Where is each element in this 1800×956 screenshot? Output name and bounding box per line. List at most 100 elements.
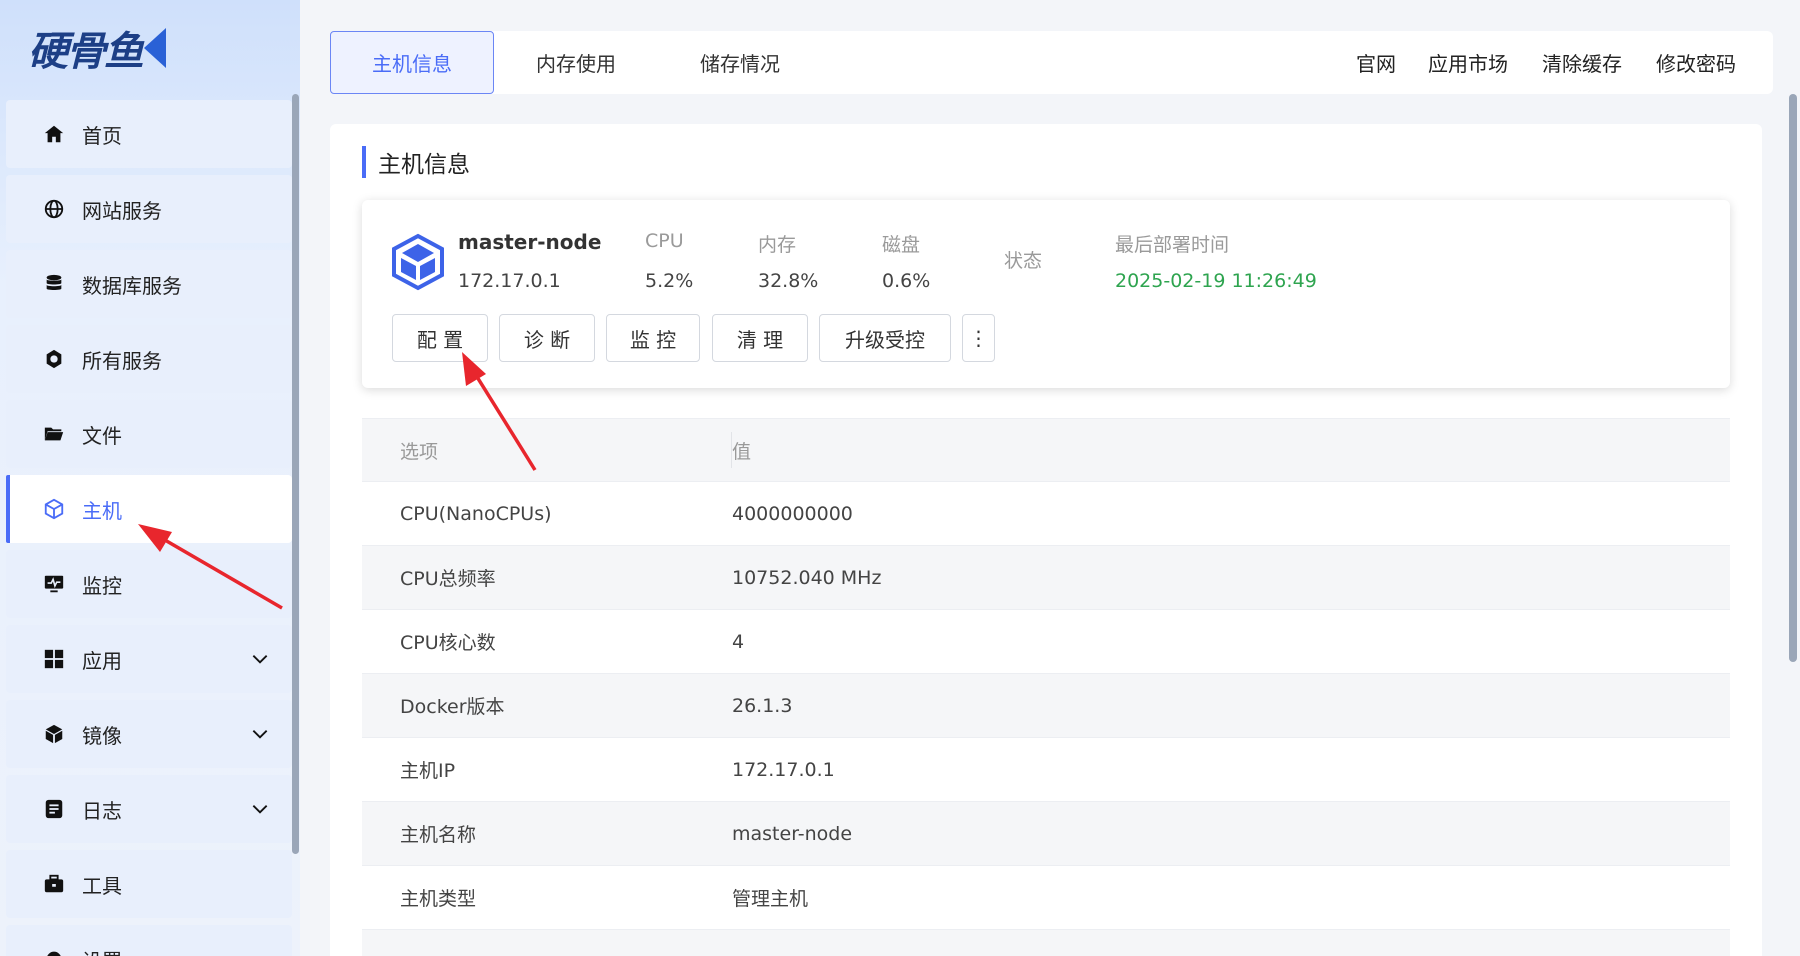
more-actions-button[interactable]: ⋮ [962,314,995,362]
sidebar-item-images[interactable]: 镜像 [6,700,292,768]
link-app-market[interactable]: 应用市场 [1428,31,1508,94]
log-icon [42,797,66,821]
link-change-password[interactable]: 修改密码 [1656,31,1736,94]
column-header-option: 选项 [362,432,732,468]
memory-label: 内存 [758,234,797,256]
sidebar-item-websites[interactable]: 网站服务 [6,175,292,243]
row-option: 主机名称 [400,824,477,846]
sidebar-item-logs[interactable]: 日志 [6,775,292,843]
top-navigation-bar: 主机信息 内存使用 储存情况 官网 应用市场 清除缓存 修改密码 [330,31,1773,94]
sidebar-item-tools[interactable]: 工具 [6,850,292,918]
link-official-site[interactable]: 官网 [1356,31,1396,94]
folder-icon [42,422,66,446]
sidebar-scrollbar[interactable] [292,94,299,854]
row-value: 4000000000 [732,502,853,525]
image-box-icon [42,722,66,746]
host-ip: 172.17.0.1 [458,270,561,292]
tab-memory-usage[interactable]: 内存使用 [494,31,658,94]
row-option: CPU总频率 [400,568,496,590]
memory-value: 32.8% [758,270,819,292]
globe-icon [42,197,66,221]
sidebar: 硬骨鱼 首页 网站服务 数据库服务 所有服务 文件 主机 监控 应用 镜像 日志… [0,0,300,956]
deploy-time-label: 最后部署时间 [1115,234,1230,256]
cpu-label: CPU [645,230,684,252]
table-row: 主机类型 管理主机 [362,866,1730,930]
row-option: 主机IP [400,760,456,782]
logo-fin-icon [144,28,166,68]
toolbox-icon [42,872,66,896]
monitor-button[interactable]: 监 控 [606,314,700,362]
table-row: 主机名称 master-node [362,802,1730,866]
sidebar-item-label: 网站服务 [82,198,162,223]
disk-value: 0.6% [882,270,931,292]
diagnose-button[interactable]: 诊 断 [499,314,595,362]
home-icon [42,122,66,146]
table-row: CPU(NanoCPUs) 4000000000 [362,482,1730,546]
table-row: Docker版本 26.1.3 [362,674,1730,738]
row-value: 172.17.0.1 [732,758,835,781]
sidebar-item-host[interactable]: 主机 [6,475,292,543]
host-card: master-node 172.17.0.1 CPU 5.2% 内存 32.8%… [362,200,1730,388]
table-row: CPU核心数 4 [362,610,1730,674]
deploy-time-value: 2025-02-19 11:26:49 [1115,270,1317,292]
page-scrollbar[interactable] [1789,94,1797,662]
row-value: 26.1.3 [732,694,793,717]
apps-icon [42,647,66,671]
cleanup-button[interactable]: 清 理 [712,314,808,362]
row-option: CPU(NanoCPUs) [400,502,552,525]
sidebar-item-label: 设置 [82,945,122,956]
chevron-down-icon[interactable] [250,724,270,748]
sidebar-nav: 首页 网站服务 数据库服务 所有服务 文件 主机 监控 应用 镜像 日志 工具 [6,100,292,956]
row-option: Docker版本 [400,696,505,718]
sidebar-item-label: 镜像 [82,723,122,748]
sidebar-item-label: 数据库服务 [82,273,182,298]
sidebar-item-label: 工具 [82,873,122,898]
host-details-table: 选项 值 CPU(NanoCPUs) 4000000000 CPU总频率 107… [362,418,1730,956]
disk-label: 磁盘 [882,234,921,256]
config-button[interactable]: 配 置 [392,314,488,362]
row-value: 10752.040 MHz [732,566,882,589]
gear-icon [42,947,66,956]
sidebar-item-label: 文件 [82,423,122,448]
page-title: 主机信息 [362,146,470,178]
row-option: CPU核心数 [400,632,496,654]
server-cube-icon [388,232,448,292]
column-header-value: 值 [732,440,752,463]
brand-logo[interactable]: 硬骨鱼 [28,18,218,78]
table-row: CPU总频率 10752.040 MHz [362,546,1730,610]
sidebar-item-all-services[interactable]: 所有服务 [6,325,292,393]
sidebar-item-monitor[interactable]: 监控 [6,550,292,618]
row-value: 管理主机 [732,888,809,910]
main-panel: 主机信息 master-node 172.17.0.1 CPU 5.2% 内存 … [330,124,1762,956]
services-icon [42,347,66,371]
host-icon [42,497,66,521]
row-option [362,930,732,956]
status-label: 状态 [1004,250,1043,272]
sidebar-item-apps[interactable]: 应用 [6,625,292,693]
host-name: master-node [458,230,602,254]
sidebar-item-label: 监控 [82,573,122,598]
sidebar-item-databases[interactable]: 数据库服务 [6,250,292,318]
sidebar-item-label: 所有服务 [82,348,162,373]
row-option: 主机类型 [400,888,477,910]
cpu-value: 5.2% [645,270,694,292]
sidebar-item-label: 应用 [82,648,122,673]
tab-storage[interactable]: 储存情况 [658,31,822,94]
sidebar-item-files[interactable]: 文件 [6,400,292,468]
logo-text: 硬骨鱼 [28,28,144,75]
monitor-icon [42,572,66,596]
table-header-row: 选项 值 [362,418,1730,482]
row-value: master-node [732,822,853,845]
chevron-down-icon[interactable] [250,799,270,823]
sidebar-item-settings[interactable]: 设置 [6,925,292,956]
table-row: 主机IP 172.17.0.1 [362,738,1730,802]
chevron-down-icon[interactable] [250,649,270,673]
upgrade-control-button[interactable]: 升级受控 [819,314,951,362]
link-clear-cache[interactable]: 清除缓存 [1542,31,1622,94]
sidebar-item-label: 首页 [82,123,122,148]
sidebar-item-label: 主机 [82,498,122,523]
table-row [362,930,1730,956]
row-value: 4 [732,630,745,653]
sidebar-item-home[interactable]: 首页 [6,100,292,168]
tab-host-info[interactable]: 主机信息 [330,31,494,94]
